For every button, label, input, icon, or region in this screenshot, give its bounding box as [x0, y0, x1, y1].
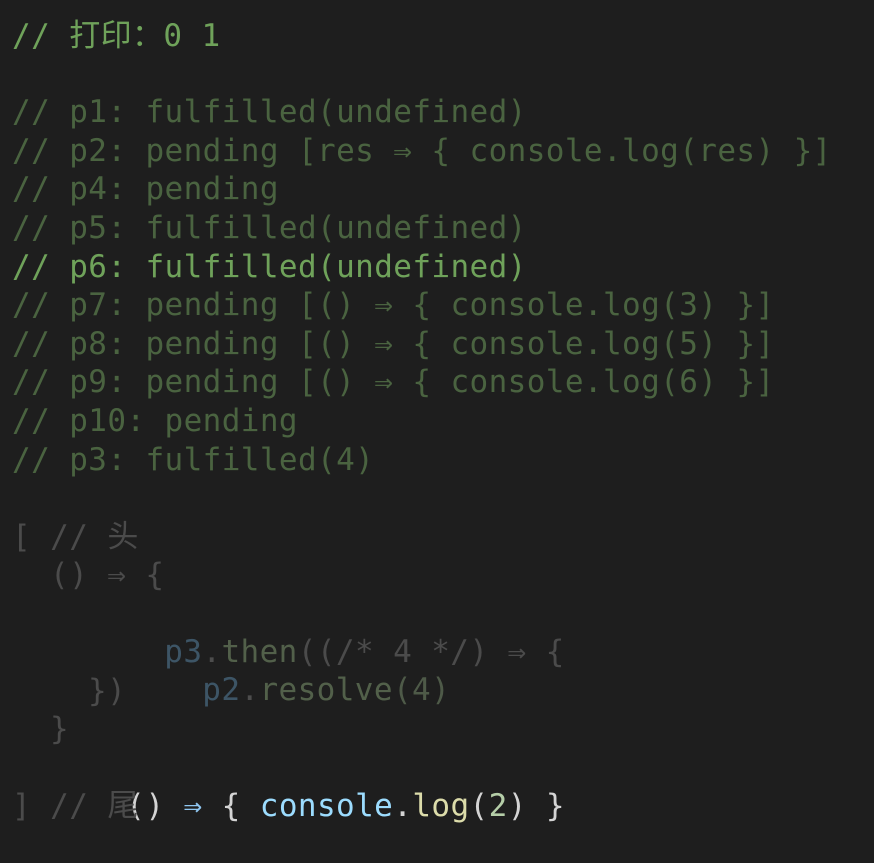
resolve-function: resolve: [259, 672, 393, 708]
state-comment-line: // p1: fulfilled(undefined): [12, 94, 527, 130]
state-comment-line: // p4: pending: [12, 171, 279, 207]
fn2-arrow: ⇒: [183, 788, 203, 824]
resolve-dot: .: [240, 672, 260, 708]
resolve-call-line: p2.resolve(4): [126, 633, 450, 708]
fn2-dot: .: [393, 788, 413, 824]
fn2-console: console: [259, 788, 394, 824]
state-comment-line: // p8: pending [() ⇒ { console.log(5) }]: [12, 326, 775, 362]
fn2-number: 2: [488, 788, 508, 824]
code-editor[interactable]: // 打印：0 1 // p1: fulfilled(undefined) //…: [0, 0, 874, 839]
resolve-arguments: (4): [392, 672, 451, 708]
state-comment-line: // p7: pending [() ⇒ { console.log(3) }]: [12, 287, 775, 323]
state-comment-line: // p10: pending: [12, 403, 298, 439]
fn2-brace-close: }: [545, 788, 565, 824]
inner-close-line: }): [88, 673, 127, 709]
then-call-line: p3.then((/* 4 */) ⇒ {: [88, 595, 565, 670]
state-comment-line-active: // p6: fulfilled(undefined): [12, 249, 527, 285]
fn1-open-line: () ⇒ {: [50, 557, 165, 593]
queue-close-line: ] // 尾: [12, 788, 139, 824]
print-comment-line: // 打印：0 1: [12, 18, 221, 54]
fn2-line: () ⇒ { console.log(2) }: [50, 749, 565, 824]
fn2-lparen: (: [469, 788, 489, 824]
state-comment-line: // p9: pending [() ⇒ { console.log(6) }]: [12, 364, 775, 400]
fn2-brace-open: {: [221, 788, 241, 824]
fn1-close-line: }: [50, 711, 70, 747]
fn2-rparen: ): [507, 788, 527, 824]
state-comment-line: // p3: fulfilled(4): [12, 442, 375, 478]
resolve-variable: p2: [202, 672, 241, 708]
fn2-log: log: [412, 788, 470, 824]
state-comment-line: // p2: pending [res ⇒ { console.log(res)…: [12, 133, 832, 169]
queue-open-line: [ // 头: [12, 519, 139, 555]
state-comment-line: // p5: fulfilled(undefined): [12, 210, 527, 246]
